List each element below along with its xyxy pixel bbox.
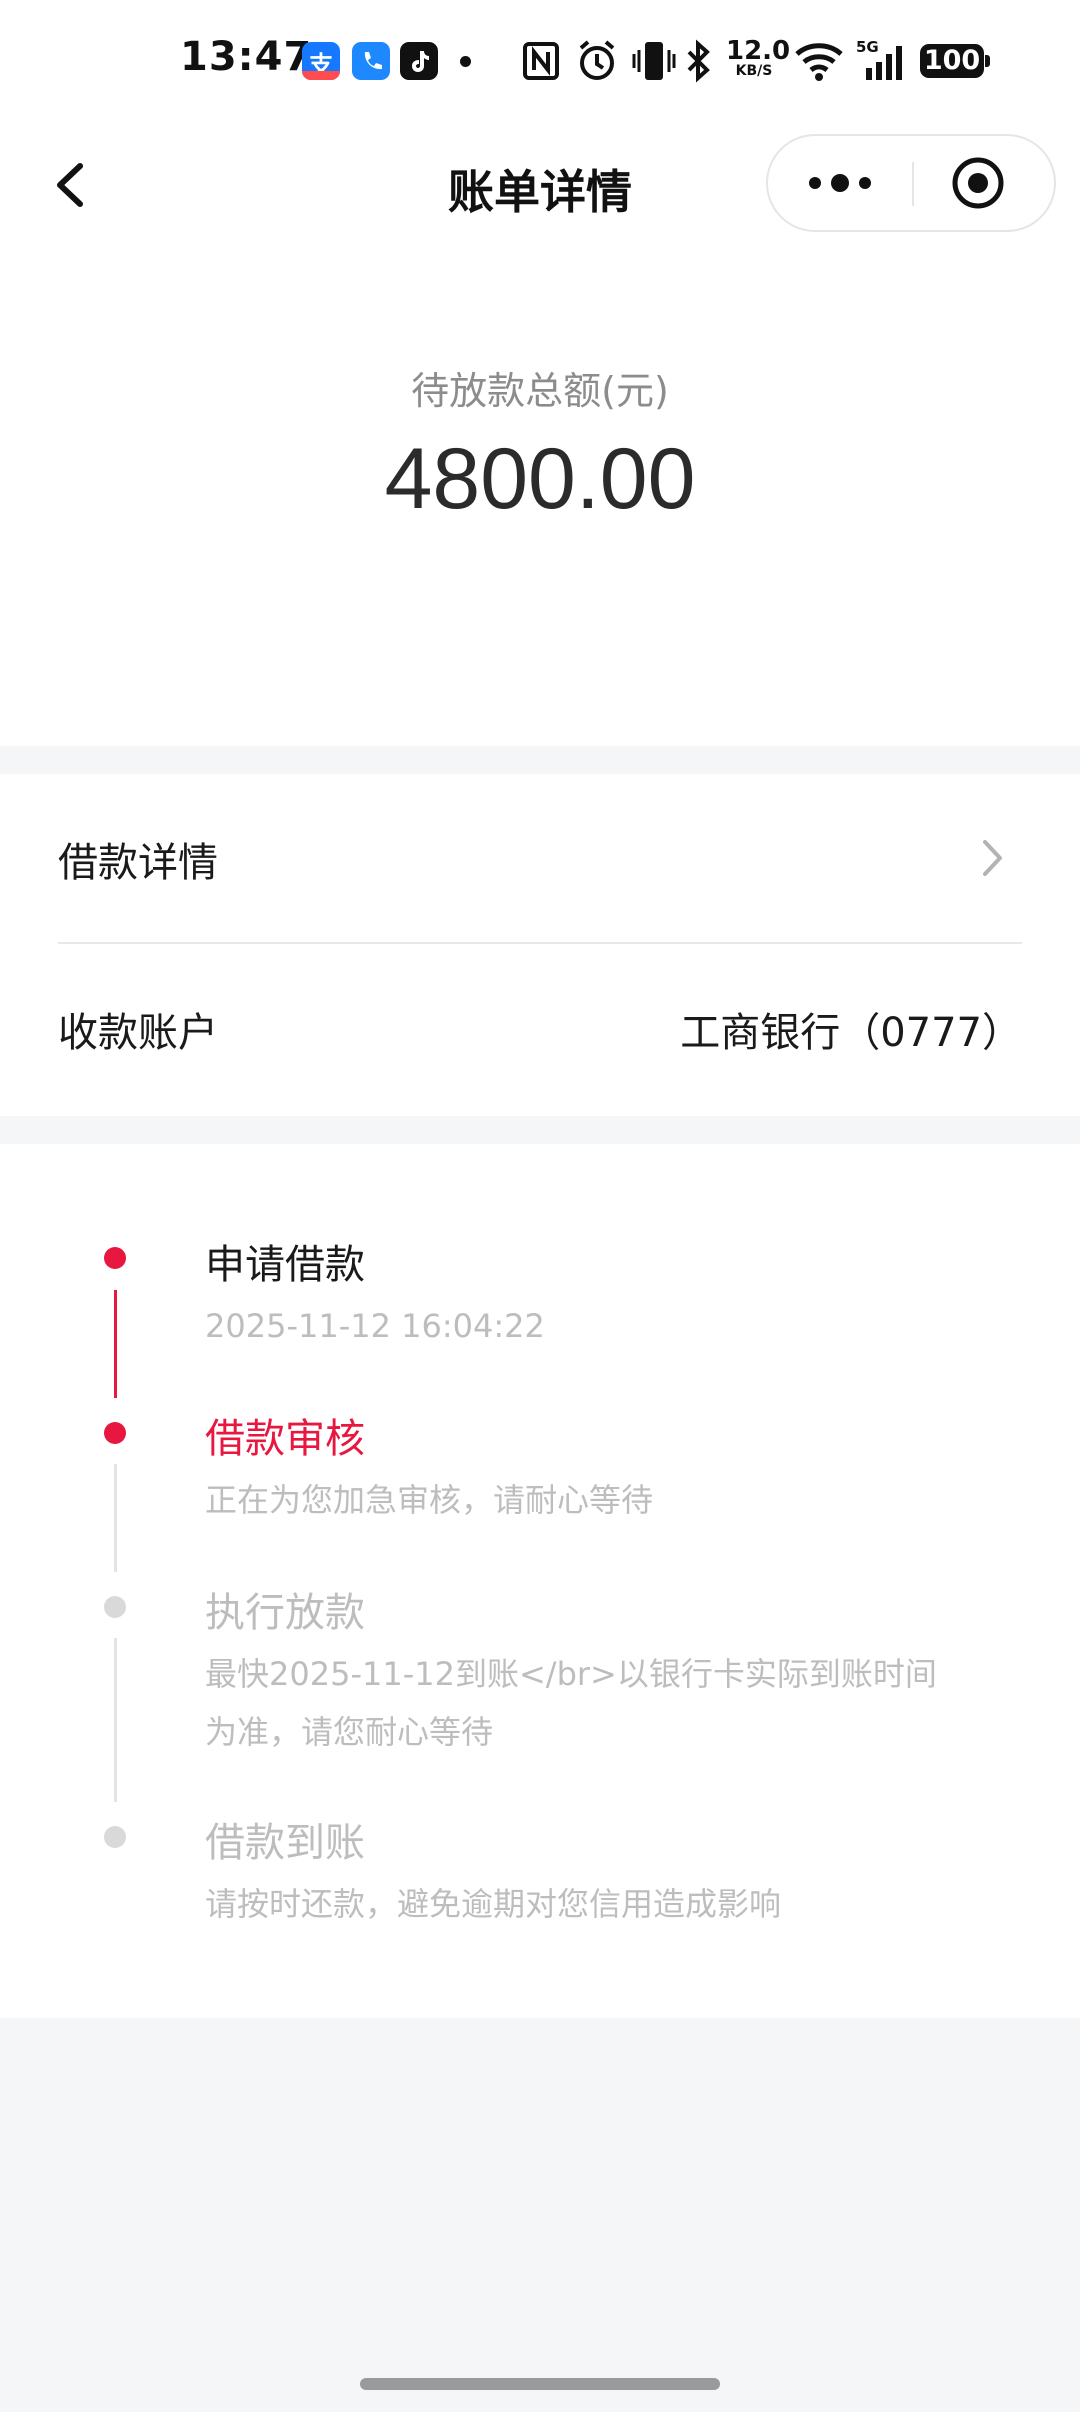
chevron-right-icon <box>983 840 1002 876</box>
step-desc: 正在为您加急审核，请耐心等待 <box>205 1481 654 1519</box>
loan-detail-row[interactable]: 借款详情 <box>58 774 1022 944</box>
step-dot-pending <box>104 1826 126 1848</box>
5g-signal-icon: 5G <box>856 38 902 80</box>
step-desc: 请按时还款，避免逾期对您信用造成影响 <box>205 1885 782 1923</box>
step-title: 借款到账 <box>205 1820 365 1866</box>
tiktok-icon <box>400 42 438 80</box>
info-card: 借款详情 收款账户 工商银行（0777） <box>0 774 1080 1116</box>
status-time: 13:47 <box>180 34 313 80</box>
phone-icon <box>352 42 390 80</box>
target-close-icon <box>952 157 1004 209</box>
step-connector <box>114 1638 117 1802</box>
step-connector <box>114 1464 117 1572</box>
step-title: 借款审核 <box>205 1416 365 1462</box>
more-button[interactable] <box>768 136 912 230</box>
step-dot-pending <box>104 1596 126 1618</box>
wifi-icon <box>795 43 843 81</box>
vibrate-icon <box>632 42 676 80</box>
amount-card: 待放款总额(元) 4800.00 <box>0 250 1080 746</box>
step-title: 申请借款 <box>205 1242 365 1288</box>
step-connector <box>114 1290 117 1398</box>
step-dot-active <box>104 1422 126 1444</box>
receiving-account-row: 收款账户 工商银行（0777） <box>58 944 1022 1114</box>
step-desc: 最快2025-11-12到账</br>以银行卡实际到账时间为准，请您耐心等待 <box>205 1655 937 1751</box>
amount-value: 4800.00 <box>384 431 696 527</box>
bluetooth-icon <box>687 39 710 83</box>
receiving-account-value: 工商银行（0777） <box>680 1010 1022 1056</box>
svg-text:5G: 5G <box>856 38 879 56</box>
timeline-card: 申请借款 2025-11-12 16:04:22 借款审核 正在为您加急审核，请… <box>0 1144 1080 2018</box>
loan-detail-label: 借款详情 <box>58 840 218 886</box>
step-title: 执行放款 <box>205 1590 365 1636</box>
more-dots-icon <box>809 174 871 192</box>
notification-dot <box>460 56 471 67</box>
alipay-icon: 支 <box>302 42 340 80</box>
amount-label: 待放款总额(元) <box>411 369 669 413</box>
receiving-account-label: 收款账户 <box>58 1010 218 1056</box>
status-bar: 13:47 支 12.0 KB/S 5G 100 <box>0 0 1080 120</box>
home-indicator[interactable] <box>360 2378 720 2390</box>
network-speed: 12.0 KB/S <box>726 36 791 79</box>
nav-bar: 账单详情 <box>0 120 1080 250</box>
alarm-icon <box>579 40 615 80</box>
close-mini-program-button[interactable] <box>914 136 1054 230</box>
step-dot-done <box>104 1247 126 1269</box>
nfc-icon <box>523 42 559 80</box>
battery-indicator: 100 <box>920 44 990 78</box>
mini-program-capsule <box>766 134 1056 232</box>
step-desc: 2025-11-12 16:04:22 <box>205 1307 545 1345</box>
